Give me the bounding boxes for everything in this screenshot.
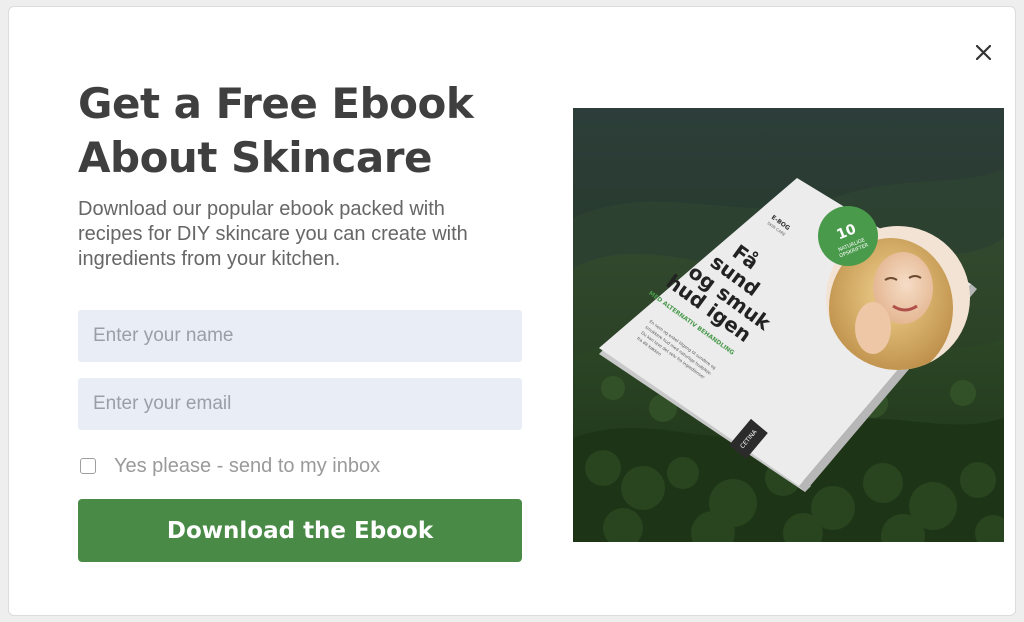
popup-title-line-1: Get a Free Ebook [78,79,474,128]
consent-checkbox[interactable] [80,458,96,474]
description-line-2: recipes for DIY skincare you can create … [78,223,468,245]
description-line-1: Download our popular ebook packed with [78,198,445,220]
download-ebook-button[interactable]: Download the Ebook [78,499,522,562]
close-icon [975,44,991,60]
popup-title-line-2: About Skincare [78,133,432,182]
popup-description: Download our popular ebook packed with r… [78,197,528,272]
consent-checkbox-row[interactable]: Yes please - send to my inbox [80,454,380,478]
consent-label: Yes please - send to my inbox [114,454,381,477]
ebook-cover-image: 10 NATURLIGE OPSKRIFTER E-BOG SKIN CARE … [573,108,1004,542]
email-input[interactable] [78,378,522,430]
name-input[interactable] [78,310,522,362]
popup-title: Get a Free Ebook About Skincare [78,77,548,185]
close-button[interactable] [971,40,995,64]
description-line-3: ingredients from your kitchen. [78,248,341,270]
